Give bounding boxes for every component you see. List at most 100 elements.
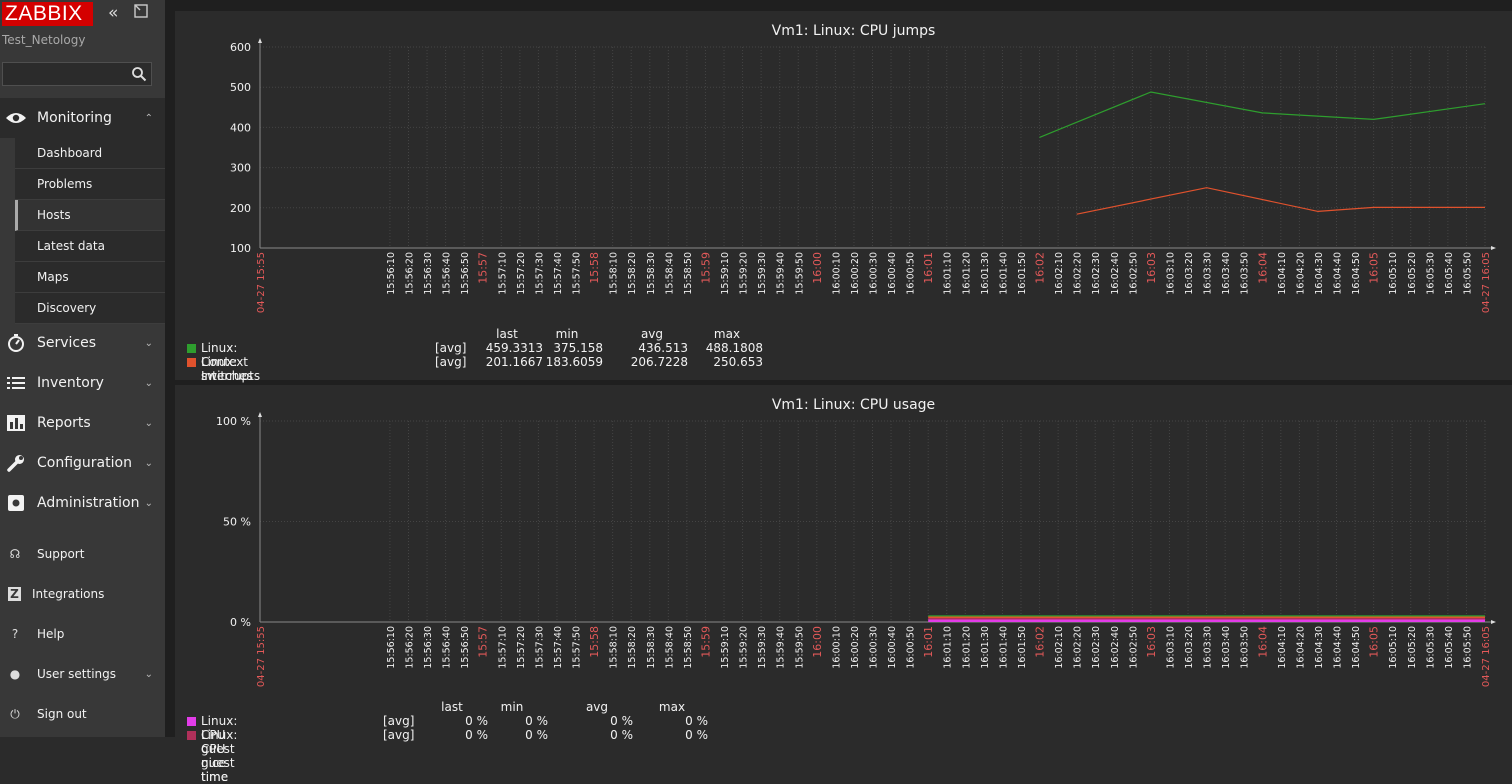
x-tick-label: 16:02:40 bbox=[1110, 252, 1121, 295]
server-name: Test_Netology bbox=[2, 33, 86, 47]
nav-integrations[interactable]: Z Integrations bbox=[0, 574, 165, 614]
x-tick-label: 16:00:10 bbox=[831, 626, 842, 669]
x-tick-label: 16:05:40 bbox=[1444, 626, 1455, 669]
x-tick-label: 16:01:10 bbox=[943, 252, 954, 295]
chevron-down-icon: ⌄ bbox=[144, 457, 153, 469]
submenu-discovery[interactable]: Discovery bbox=[15, 293, 165, 324]
x-tick-label: 15:57 bbox=[477, 252, 490, 284]
submenu-dashboard[interactable]: Dashboard bbox=[15, 138, 165, 169]
x-tick-label: 16:03:30 bbox=[1203, 252, 1214, 295]
chevron-down-icon: ⌄ bbox=[144, 377, 153, 389]
y-tick-label: 0 % bbox=[230, 616, 251, 629]
legend-value-last: 0 % bbox=[465, 714, 488, 728]
nav-support[interactable]: ☊ Support bbox=[0, 534, 165, 574]
series-area-other bbox=[928, 615, 1485, 617]
nav-inventory[interactable]: Inventory ⌄ bbox=[0, 363, 165, 403]
x-tick-label: 16:04 bbox=[1256, 252, 1269, 284]
nav-support-label: Support bbox=[37, 547, 85, 561]
kiosk-mode-icon[interactable] bbox=[134, 4, 148, 22]
x-tick-label: 15:59:50 bbox=[794, 626, 805, 669]
legend-value-min: 183.6059 bbox=[545, 355, 603, 369]
chevron-down-icon: ⌄ bbox=[144, 668, 153, 680]
legend-swatch bbox=[187, 731, 196, 740]
zabbix-logo[interactable]: ZABBIX bbox=[2, 2, 93, 26]
legend-value-avg: 436.513 bbox=[638, 341, 688, 355]
chart-title: Vm1: Linux: CPU jumps bbox=[772, 23, 936, 39]
x-tick-label: 15:59:30 bbox=[757, 252, 768, 295]
search-input[interactable] bbox=[2, 62, 152, 86]
nav-sign-out-label: Sign out bbox=[37, 707, 87, 721]
series-area-guest-nice bbox=[928, 619, 1485, 622]
cpu-jumps-chart: 04-27 15:55 15:56:10 15:56:20 15:56:30 15:56… bbox=[230, 23, 1496, 313]
x-tick-label: 15:56:40 bbox=[442, 252, 453, 295]
x-axis-arrow bbox=[1491, 246, 1496, 250]
stopwatch-icon bbox=[3, 333, 29, 353]
x-tick-label: 16:00:50 bbox=[906, 626, 917, 669]
chart-title: Vm1: Linux: CPU usage bbox=[772, 397, 935, 413]
x-tick-label: 15:59:20 bbox=[739, 252, 750, 295]
x-tick-label: 15:57:50 bbox=[572, 252, 583, 295]
x-axis-arrow bbox=[1491, 620, 1496, 624]
x-tick-label: 16:00:40 bbox=[887, 626, 898, 669]
legend-value-avg: 0 % bbox=[610, 714, 633, 728]
x-tick-label: 16:00 bbox=[811, 252, 824, 284]
submenu-problems[interactable]: Problems bbox=[15, 169, 165, 200]
search-icon[interactable] bbox=[131, 66, 147, 82]
legend-value-max: 0 % bbox=[685, 728, 708, 742]
x-tick-label: 16:04:10 bbox=[1277, 626, 1288, 669]
nav-configuration[interactable]: Configuration ⌄ bbox=[0, 443, 165, 483]
x-tick-label: 16:03:10 bbox=[1165, 252, 1176, 295]
x-tick-label: 16:05:10 bbox=[1388, 252, 1399, 295]
submenu-latest-data[interactable]: Latest data bbox=[15, 231, 165, 262]
nav-help[interactable]: ? Help bbox=[0, 614, 165, 654]
x-tick-label: 15:56:30 bbox=[423, 626, 434, 669]
x-tick-label: 16:00:30 bbox=[869, 252, 880, 295]
x-tick-label: 16:04:40 bbox=[1333, 252, 1344, 295]
x-tick-label: 16:03 bbox=[1145, 626, 1158, 658]
x-tick-label: 15:57:20 bbox=[516, 252, 527, 295]
submenu-maps[interactable]: Maps bbox=[15, 262, 165, 293]
x-tick-label: 16:01 bbox=[922, 252, 935, 284]
x-tick-label: 16:02:30 bbox=[1091, 252, 1102, 295]
main-content: 04-27 15:55 15:56:10 15:56:20 15:56:30 15:56… bbox=[165, 0, 1512, 784]
x-tick-label: 16:03:40 bbox=[1221, 252, 1232, 295]
x-tick-label: 15:58:30 bbox=[646, 252, 657, 295]
x-tick-label: 16:02:50 bbox=[1128, 626, 1139, 669]
x-tick-label: 15:57:50 bbox=[572, 626, 583, 669]
nav-monitoring[interactable]: Monitoring ⌃ bbox=[0, 98, 165, 138]
submenu-hosts[interactable]: Hosts bbox=[15, 200, 165, 231]
nav-administration[interactable]: Administration ⌄ bbox=[0, 483, 165, 523]
z-icon: Z bbox=[8, 587, 21, 601]
x-tick-label: 16:04:30 bbox=[1314, 626, 1325, 669]
x-tick-label: 16:02:10 bbox=[1054, 626, 1065, 669]
x-tick-label: 16:02:30 bbox=[1091, 626, 1102, 669]
nav-reports[interactable]: Reports ⌄ bbox=[0, 403, 165, 443]
x-tick-label: 16:00:20 bbox=[850, 626, 861, 669]
legend-value-max: 0 % bbox=[685, 714, 708, 728]
x-tick-label: 15:58 bbox=[588, 252, 601, 284]
x-tick-label: 15:56:10 bbox=[386, 252, 397, 295]
x-tick-label: 15:56:20 bbox=[404, 252, 415, 295]
collapse-sidebar-icon[interactable]: « bbox=[108, 4, 118, 22]
x-tick-label: 15:59:10 bbox=[720, 626, 731, 669]
nav-sign-out[interactable]: ⏻ Sign out bbox=[0, 694, 165, 734]
y-tick-label: 50 % bbox=[223, 516, 251, 529]
legend-swatch bbox=[187, 717, 196, 726]
x-tick-label: 16:03:10 bbox=[1165, 626, 1176, 669]
nav-services[interactable]: Services ⌄ bbox=[0, 323, 165, 363]
headset-icon: ☊ bbox=[9, 547, 21, 561]
x-tick-label: 15:59:50 bbox=[794, 252, 805, 295]
y-tick-label: 100 bbox=[230, 242, 251, 255]
nav-user-settings[interactable]: ● User settings ⌄ bbox=[0, 654, 165, 694]
x-tick-label: 15:58:20 bbox=[627, 252, 638, 295]
x-tick-label: 16:01:30 bbox=[980, 252, 991, 295]
legend-value-last: 0 % bbox=[465, 728, 488, 742]
series-area-guest bbox=[928, 618, 1485, 620]
nav-configuration-label: Configuration bbox=[37, 455, 132, 471]
x-tick-label: 16:05:10 bbox=[1388, 626, 1399, 669]
power-icon: ⏻ bbox=[10, 706, 20, 721]
x-tick-label: 16:05 bbox=[1368, 252, 1381, 284]
legend-func: [avg] bbox=[383, 714, 415, 728]
series-area-other bbox=[928, 616, 1485, 618]
legend-value-max: 250.653 bbox=[713, 355, 763, 369]
